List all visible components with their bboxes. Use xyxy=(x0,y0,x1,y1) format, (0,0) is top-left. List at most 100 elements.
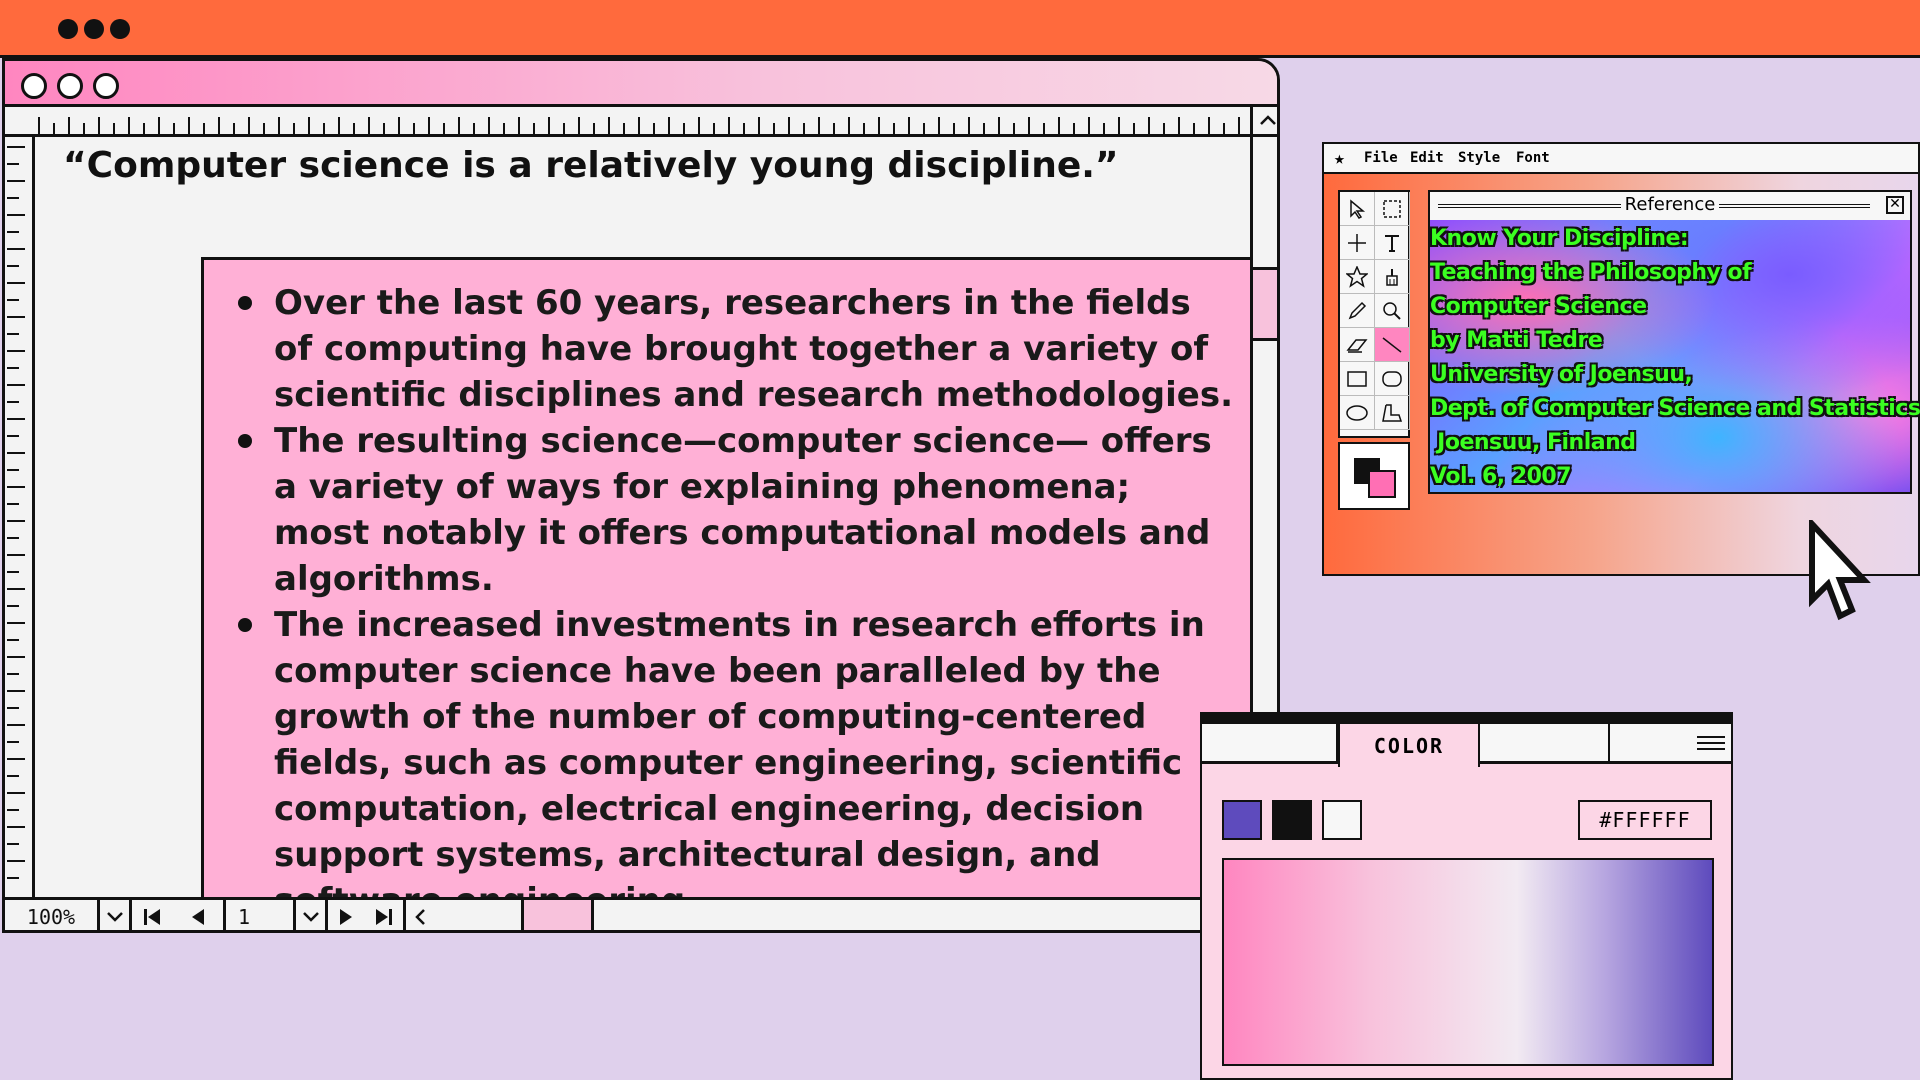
menu-bar: ★ File Edit Style Font xyxy=(1324,144,1918,174)
last-page-icon xyxy=(375,908,392,925)
dot-icon xyxy=(84,19,104,39)
top-bar xyxy=(0,0,1920,58)
line-icon xyxy=(1382,336,1402,353)
reference-line: by Matti Tedre xyxy=(1430,328,1603,353)
swatch-white[interactable] xyxy=(1322,800,1362,840)
editor-window: “Computer science is a relatively young … xyxy=(2,58,1280,933)
reference-text: Know Your Discipline: Teaching the Philo… xyxy=(1430,222,1920,494)
horizontal-ruler xyxy=(5,107,1250,137)
tab-color[interactable]: COLOR xyxy=(1338,724,1480,767)
page-dropdown-button[interactable] xyxy=(296,900,328,930)
previous-page-icon xyxy=(191,908,204,925)
tab-empty-2[interactable] xyxy=(1480,724,1610,764)
pencil-icon xyxy=(1348,301,1367,319)
reference-image: Know Your Discipline: Teaching the Philo… xyxy=(1430,220,1920,492)
last-page-button[interactable] xyxy=(364,900,406,930)
star-shape-tool[interactable] xyxy=(1340,260,1375,294)
close-icon[interactable]: ✕ xyxy=(1886,196,1904,214)
vertical-ruler xyxy=(5,137,35,897)
menu-font[interactable]: Font xyxy=(1516,150,1550,166)
color-well[interactable] xyxy=(1338,442,1410,510)
hamburger-menu-icon[interactable] xyxy=(1697,736,1725,754)
line-tool[interactable] xyxy=(1375,328,1410,362)
color-gradient-picker[interactable] xyxy=(1222,858,1714,1066)
menu-file[interactable]: File xyxy=(1364,150,1398,166)
polygon-tool[interactable] xyxy=(1375,396,1410,430)
swatch-purple[interactable] xyxy=(1222,800,1262,840)
text-frame[interactable]: Over the last 60 years, researchers in t… xyxy=(201,257,1253,921)
text-tool[interactable] xyxy=(1375,226,1410,260)
quote-heading: “Computer science is a relatively young … xyxy=(63,145,1119,186)
chevron-up-icon xyxy=(1260,115,1276,125)
mouse-pointer-icon xyxy=(1809,520,1871,621)
reference-line: University of Joensuu, xyxy=(1430,362,1693,387)
eraser-icon xyxy=(1346,338,1368,353)
reference-line: Vol. 6, 2007 xyxy=(1430,464,1572,489)
text-t-icon xyxy=(1385,234,1399,252)
tab-empty-1[interactable] xyxy=(1202,724,1338,764)
marquee-icon xyxy=(1383,199,1401,218)
rectangle-icon xyxy=(1347,370,1367,387)
color-panel-tabs: COLOR xyxy=(1202,724,1731,767)
polygon-icon xyxy=(1382,403,1403,422)
paint-bucket-tool[interactable] xyxy=(1375,260,1410,294)
reference-title: Reference xyxy=(1430,192,1910,218)
hex-input[interactable]: #FFFFFF xyxy=(1578,800,1712,840)
ruler-ticks xyxy=(7,146,25,879)
horizontal-scroll-thumb[interactable] xyxy=(524,900,594,930)
oval-icon xyxy=(1346,404,1368,421)
list-item: Over the last 60 years, researchers in t… xyxy=(234,280,1234,418)
menu-style[interactable]: Style xyxy=(1458,150,1500,166)
background-color[interactable] xyxy=(1368,470,1396,498)
reference-line: Know Your Discipline: xyxy=(1430,226,1689,251)
star-outline-icon xyxy=(1346,265,1368,288)
arrow-select-tool[interactable] xyxy=(1340,192,1375,226)
window-minimize-button[interactable] xyxy=(57,73,83,99)
zoom-tool[interactable] xyxy=(1375,294,1410,328)
window-maximize-button[interactable] xyxy=(93,73,119,99)
editor-statusbar: 100% 1 xyxy=(5,897,1277,930)
reference-line: Joensuu, Finland xyxy=(1430,430,1636,455)
bullet-list: Over the last 60 years, researchers in t… xyxy=(234,280,1234,924)
crosshair-icon xyxy=(1348,233,1366,252)
eraser-tool[interactable] xyxy=(1340,328,1375,362)
scroll-up-button[interactable] xyxy=(1253,107,1277,137)
reference-panel: Reference ✕ Know Your Discipline: Teachi… xyxy=(1428,190,1920,494)
rectangle-tool[interactable] xyxy=(1340,362,1375,396)
color-panel: COLOR #FFFFFF xyxy=(1200,712,1733,1080)
previous-page-button[interactable] xyxy=(172,900,226,930)
crosshair-tool[interactable] xyxy=(1340,226,1375,260)
list-item: The increased investments in research ef… xyxy=(234,602,1234,924)
dot-icon xyxy=(110,19,130,39)
marquee-select-tool[interactable] xyxy=(1375,192,1410,226)
page-number: 1 xyxy=(238,904,251,929)
zoom-dropdown-button[interactable] xyxy=(100,900,132,930)
scroll-left-button[interactable] xyxy=(406,900,524,930)
chevron-down-icon xyxy=(302,911,319,922)
next-page-icon xyxy=(340,908,352,925)
next-page-button[interactable] xyxy=(328,900,364,930)
list-item: The resulting science—computer science— … xyxy=(234,418,1234,602)
chevron-left-icon xyxy=(415,908,425,925)
toolbox xyxy=(1338,190,1410,438)
arrow-icon xyxy=(1350,198,1366,219)
star-icon[interactable]: ★ xyxy=(1334,148,1345,169)
editor-titlebar xyxy=(5,61,1277,107)
zoom-value[interactable]: 100% xyxy=(5,900,100,930)
chevron-down-icon xyxy=(106,911,123,922)
first-page-button[interactable] xyxy=(132,900,172,930)
dot-icon xyxy=(58,19,78,39)
page-number-field[interactable]: 1 xyxy=(226,900,296,930)
bucket-icon xyxy=(1386,268,1398,286)
swatch-black[interactable] xyxy=(1272,800,1312,840)
first-page-icon xyxy=(144,908,160,925)
rounded-rectangle-icon xyxy=(1382,370,1402,387)
rounded-rectangle-tool[interactable] xyxy=(1375,362,1410,396)
window-close-button[interactable] xyxy=(21,73,47,99)
scroll-thumb[interactable] xyxy=(1253,267,1277,341)
pencil-tool[interactable] xyxy=(1340,294,1375,328)
paint-window: ★ File Edit Style Font Reference ✕ Know … xyxy=(1322,142,1920,576)
reference-line: Dept. of Computer Science and Statistics xyxy=(1430,396,1920,421)
menu-edit[interactable]: Edit xyxy=(1410,150,1444,166)
oval-tool[interactable] xyxy=(1340,396,1375,430)
